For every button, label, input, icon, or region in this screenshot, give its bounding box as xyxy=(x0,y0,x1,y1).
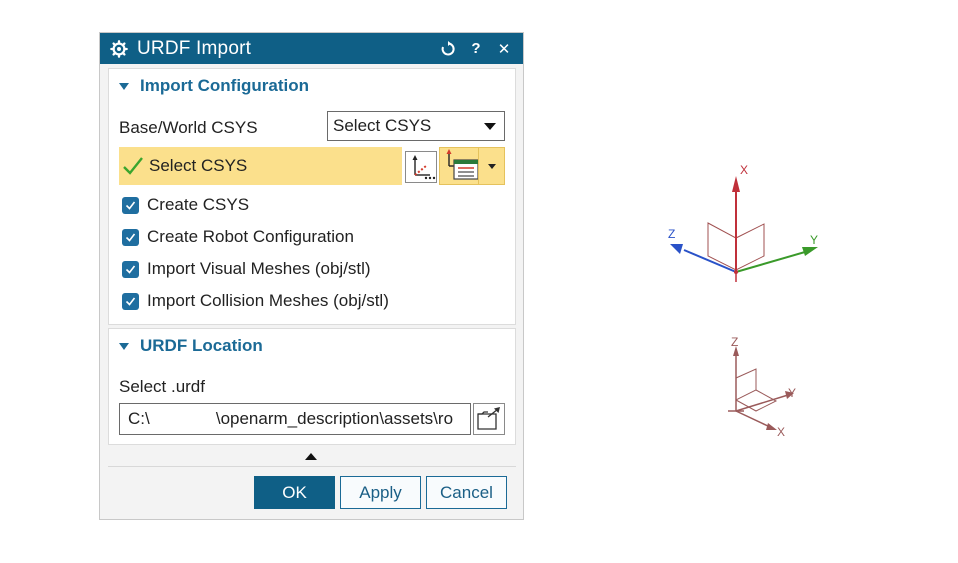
graphics-viewport[interactable]: X Y Z Z Y X xyxy=(0,0,958,563)
world-csys-triad[interactable]: X Y Z xyxy=(668,163,818,282)
triad2-z-label: Z xyxy=(731,335,738,349)
robot-csys-triad[interactable]: Z Y X xyxy=(728,335,796,439)
triad2-y-label: Y xyxy=(788,386,796,400)
triad1-x-label: X xyxy=(740,163,748,177)
triad1-y-label: Y xyxy=(810,233,818,247)
triad1-z-label: Z xyxy=(668,227,675,241)
triad2-x-label: X xyxy=(777,425,785,439)
